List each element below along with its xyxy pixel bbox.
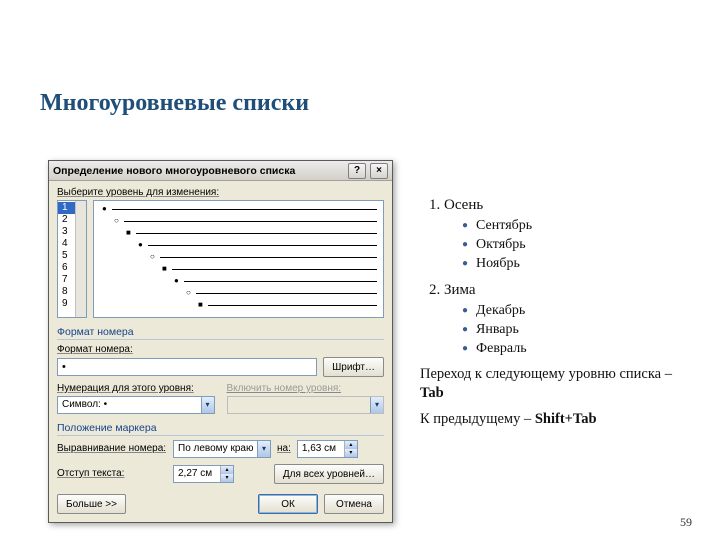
scrollbar[interactable]: [75, 201, 86, 317]
cancel-button[interactable]: Отмена: [324, 494, 384, 514]
include-level-combo: [227, 396, 385, 414]
more-button[interactable]: Больше >>: [57, 494, 126, 514]
note-next-level: Переход к следующему уровню списка – Tab: [420, 365, 680, 404]
list-item-label: Зима: [444, 282, 476, 298]
level-listbox[interactable]: 1 2 3 4 5 6 7 8 9: [57, 200, 87, 318]
chevron-down-icon: [257, 441, 270, 457]
chevron-down-icon: [370, 397, 383, 413]
align-value: По левому краю: [178, 443, 253, 454]
numbering-label: Нумерация для этого уровня:: [57, 383, 215, 394]
sublist-item: Сентябрь: [462, 217, 680, 236]
all-levels-button[interactable]: Для всех уровней…: [274, 464, 384, 484]
key-name: Shift+Tab: [535, 411, 597, 427]
multilevel-list-dialog: Определение нового многоуровневого списк…: [48, 160, 393, 523]
align-label: Выравнивание номера:: [57, 443, 167, 454]
numbering-combo[interactable]: Символ: •: [57, 396, 215, 414]
key-name: Tab: [420, 385, 444, 401]
chevron-down-icon: [201, 397, 214, 413]
help-button[interactable]: ?: [348, 163, 366, 179]
sublist-item: Октябрь: [462, 236, 680, 255]
format-label: Формат номера:: [57, 344, 384, 355]
close-button[interactable]: ×: [370, 163, 388, 179]
indent-label: Отступ текста:: [57, 468, 167, 479]
indent-value: 2,27 см: [174, 466, 220, 482]
list-item: Осень Сентябрь Октябрь Ноябрь: [444, 195, 680, 274]
symbol-value: •: [104, 399, 108, 410]
sublist-item: Ноябрь: [462, 255, 680, 274]
sublist-item: Февраль: [462, 340, 680, 359]
note-text: Переход к следующему уровню списка –: [420, 366, 672, 382]
ok-button[interactable]: ОК: [258, 494, 318, 514]
content-column: Осень Сентябрь Октябрь Ноябрь Зима Декаб…: [420, 195, 680, 430]
preview-pane: ● ○ ■ ● ○ ■ ● ○ ■: [93, 200, 384, 318]
page-number: 59: [680, 515, 692, 530]
align-combo[interactable]: По левому краю: [173, 440, 271, 458]
list-item: Зима Декабрь Январь Февраль: [444, 280, 680, 359]
at-spinner[interactable]: 1,63 см ▴▾: [297, 440, 358, 458]
sublist-item: Декабрь: [462, 302, 680, 321]
include-level-label: Включить номер уровня:: [227, 383, 385, 394]
symbol-label-inline: Символ:: [62, 399, 101, 410]
slide-title: Многоуровневые списки: [40, 90, 309, 117]
note-text: К предыдущему –: [420, 411, 535, 427]
note-prev-level: К предыдущему – Shift+Tab: [420, 410, 680, 430]
select-level-label: Выберите уровень для изменения:: [57, 187, 384, 198]
at-value: 1,63 см: [298, 441, 344, 457]
indent-spinner[interactable]: 2,27 см ▴▾: [173, 465, 234, 483]
font-button[interactable]: Шрифт…: [323, 357, 384, 377]
sublist-item: Январь: [462, 321, 680, 340]
at-label: на:: [277, 443, 291, 454]
format-input[interactable]: •: [57, 358, 317, 376]
list-item-label: Осень: [444, 197, 483, 213]
section-format-header: Формат номера: [57, 326, 384, 340]
section-position-header: Положение маркера: [57, 422, 384, 436]
dialog-title: Определение нового многоуровневого списк…: [53, 165, 344, 177]
titlebar: Определение нового многоуровневого списк…: [49, 161, 392, 181]
